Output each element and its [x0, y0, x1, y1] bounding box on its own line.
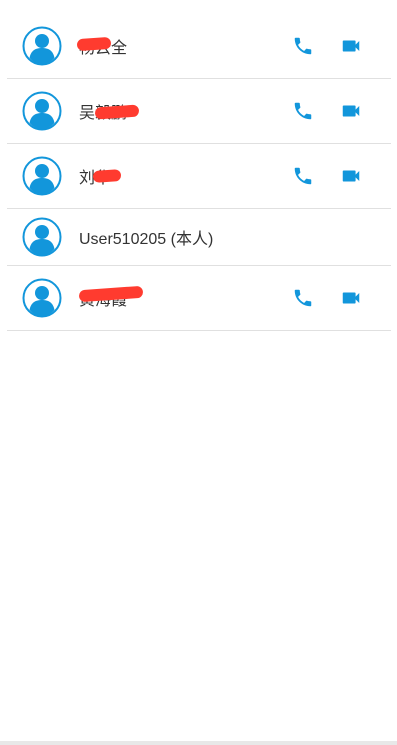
- bottom-edge-bar: [0, 741, 397, 745]
- avatar-icon: [22, 156, 62, 196]
- phone-icon[interactable]: [292, 287, 314, 309]
- redaction-mark: [94, 104, 140, 120]
- redaction-mark: [76, 36, 112, 52]
- contact-name: User510205 (本人): [79, 231, 214, 248]
- video-camera-icon[interactable]: [340, 287, 362, 309]
- phone-icon[interactable]: [292, 165, 314, 187]
- contact-row-self[interactable]: User510205 (本人): [7, 209, 391, 266]
- redaction-mark: [92, 169, 122, 183]
- video-camera-icon[interactable]: [340, 165, 362, 187]
- avatar-icon: [22, 217, 62, 257]
- contact-row[interactable]: 杨云全: [7, 14, 391, 79]
- avatar-icon: [22, 278, 62, 318]
- phone-icon[interactable]: [292, 100, 314, 122]
- contact-row[interactable]: 刘华: [7, 144, 391, 209]
- video-camera-icon[interactable]: [340, 35, 362, 57]
- contact-row[interactable]: 吴毅鹏: [7, 79, 391, 144]
- phone-icon[interactable]: [292, 35, 314, 57]
- avatar-icon: [22, 26, 62, 66]
- contact-row[interactable]: 黄海霞: [7, 266, 391, 331]
- video-camera-icon[interactable]: [340, 100, 362, 122]
- contact-list: 杨云全 吴毅鹏 刘华: [7, 14, 391, 331]
- avatar-icon: [22, 91, 62, 131]
